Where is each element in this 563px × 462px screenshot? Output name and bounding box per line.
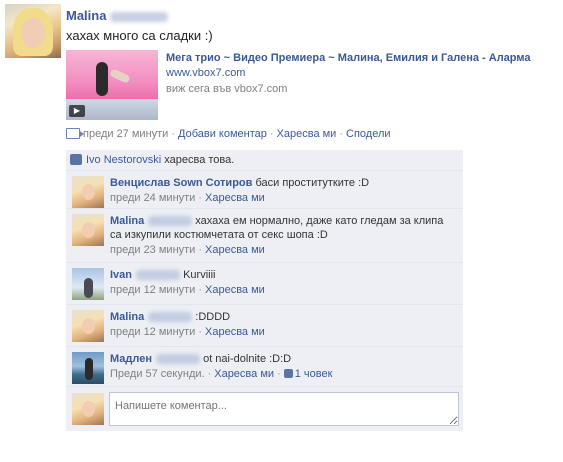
comment-timestamp[interactable]: преди 23 минути	[110, 244, 195, 256]
attachment-domain-link[interactable]: www.vbox7.com	[166, 67, 245, 79]
thumbs-up-icon	[70, 154, 82, 165]
commenter-avatar[interactable]	[72, 268, 104, 300]
viewer-avatar	[72, 393, 104, 425]
comment-text: Kurviiii	[183, 269, 216, 281]
commenter-name[interactable]: Венцислав Sown Сотиров	[110, 177, 252, 189]
comment-item: Венцислав Sown Сотиров баси проституткит…	[66, 171, 463, 209]
comment-timestamp[interactable]: Преди 57 секунди.	[110, 368, 205, 380]
comment-meta: преди 12 минути · Харесва ми	[110, 284, 265, 296]
add-comment-link[interactable]: Добави коментар	[178, 128, 267, 140]
commenter-avatar[interactable]	[72, 176, 104, 208]
comment-timestamp[interactable]: преди 24 минути	[110, 192, 195, 204]
status-text: хахах много са сладки :)	[66, 28, 213, 43]
blurred-surname	[148, 312, 193, 323]
comment-item: Мадлен ot nai-dolnite :D:D Преди 57 секу…	[66, 347, 463, 387]
comment-like-count[interactable]: 1 човек	[283, 368, 332, 380]
commenter-name[interactable]: Мадлен	[110, 353, 201, 365]
comment-meta: преди 12 минути · Харесва ми	[110, 326, 265, 338]
commenter-name[interactable]: Malina	[110, 311, 193, 323]
comment-meta: преди 23 минути · Харесва ми	[110, 244, 265, 256]
comment-like-link[interactable]: Харесва ми	[205, 244, 265, 256]
comment-like-link[interactable]: Харесва ми	[205, 326, 265, 338]
like-link[interactable]: Харесва ми	[277, 128, 337, 140]
attachment-title-link[interactable]: Мега трио ~ Видео Премиера ~ Малина, Еми…	[166, 52, 531, 64]
commenter-name[interactable]: Malina	[110, 215, 193, 227]
comment-text: ot nai-dolnite :D:D	[203, 353, 292, 365]
commenter-avatar[interactable]	[72, 214, 104, 246]
video-thumbnail[interactable]: ▶	[66, 50, 158, 120]
comment-timestamp[interactable]: преди 12 минути	[110, 326, 195, 338]
commenter-name[interactable]: Ivan	[110, 269, 181, 281]
liker-link[interactable]: Ivo Nestorovski	[86, 154, 161, 166]
comment-meta: преди 24 минути · Харесва ми	[110, 192, 265, 204]
blurred-surname	[148, 216, 193, 227]
likes-summary: Ivo Nestorovski харесва това.	[66, 150, 463, 171]
comment-timestamp[interactable]: преди 12 минути	[110, 284, 195, 296]
comment-item: Ivan Kurviiii преди 12 минути · Харесва ми	[66, 263, 463, 305]
comment-text: баси проституткитe :D	[255, 177, 370, 189]
author-avatar[interactable]	[5, 4, 61, 58]
video-attachment: ▶ Мега трио ~ Видео Премиера ~ Малина, Е…	[66, 50, 556, 122]
comment-input[interactable]	[109, 392, 459, 426]
attachment-caption: виж сега във vbox7.com	[166, 83, 288, 95]
comment-item: Malina :DDDD преди 12 минути · Харесва ми	[66, 305, 463, 347]
commenter-avatar[interactable]	[72, 310, 104, 342]
blurred-surname	[136, 270, 181, 281]
thumbs-up-icon	[283, 369, 293, 378]
post-timestamp[interactable]: преди 27 минути	[83, 128, 168, 140]
play-icon[interactable]: ▶	[69, 105, 85, 117]
comment-like-link[interactable]: Харесва ми	[214, 368, 274, 380]
comment-text: :DDDD	[195, 311, 231, 323]
video-icon	[66, 128, 84, 139]
comment-composer	[66, 387, 463, 431]
feedback-section: Ivo Nestorovski харесва това. Венцислав …	[66, 150, 463, 431]
comment-item: Malina хахаха ем нормално, даже като гле…	[66, 209, 463, 263]
author-name[interactable]: Malina	[66, 8, 169, 23]
commenter-avatar[interactable]	[72, 352, 104, 384]
comment-meta: Преди 57 секунди. · Харесва ми · 1 човек	[110, 368, 333, 380]
share-link[interactable]: Сподели	[346, 128, 391, 140]
blurred-surname	[156, 354, 201, 365]
comment-like-link[interactable]: Харесва ми	[205, 284, 265, 296]
comment-like-link[interactable]: Харесва ми	[205, 192, 265, 204]
blurred-surname	[110, 11, 169, 22]
post-action-row: преди 27 минути · Добави коментар · Харесва …	[66, 128, 391, 140]
likes-text: харесва това.	[164, 154, 235, 166]
